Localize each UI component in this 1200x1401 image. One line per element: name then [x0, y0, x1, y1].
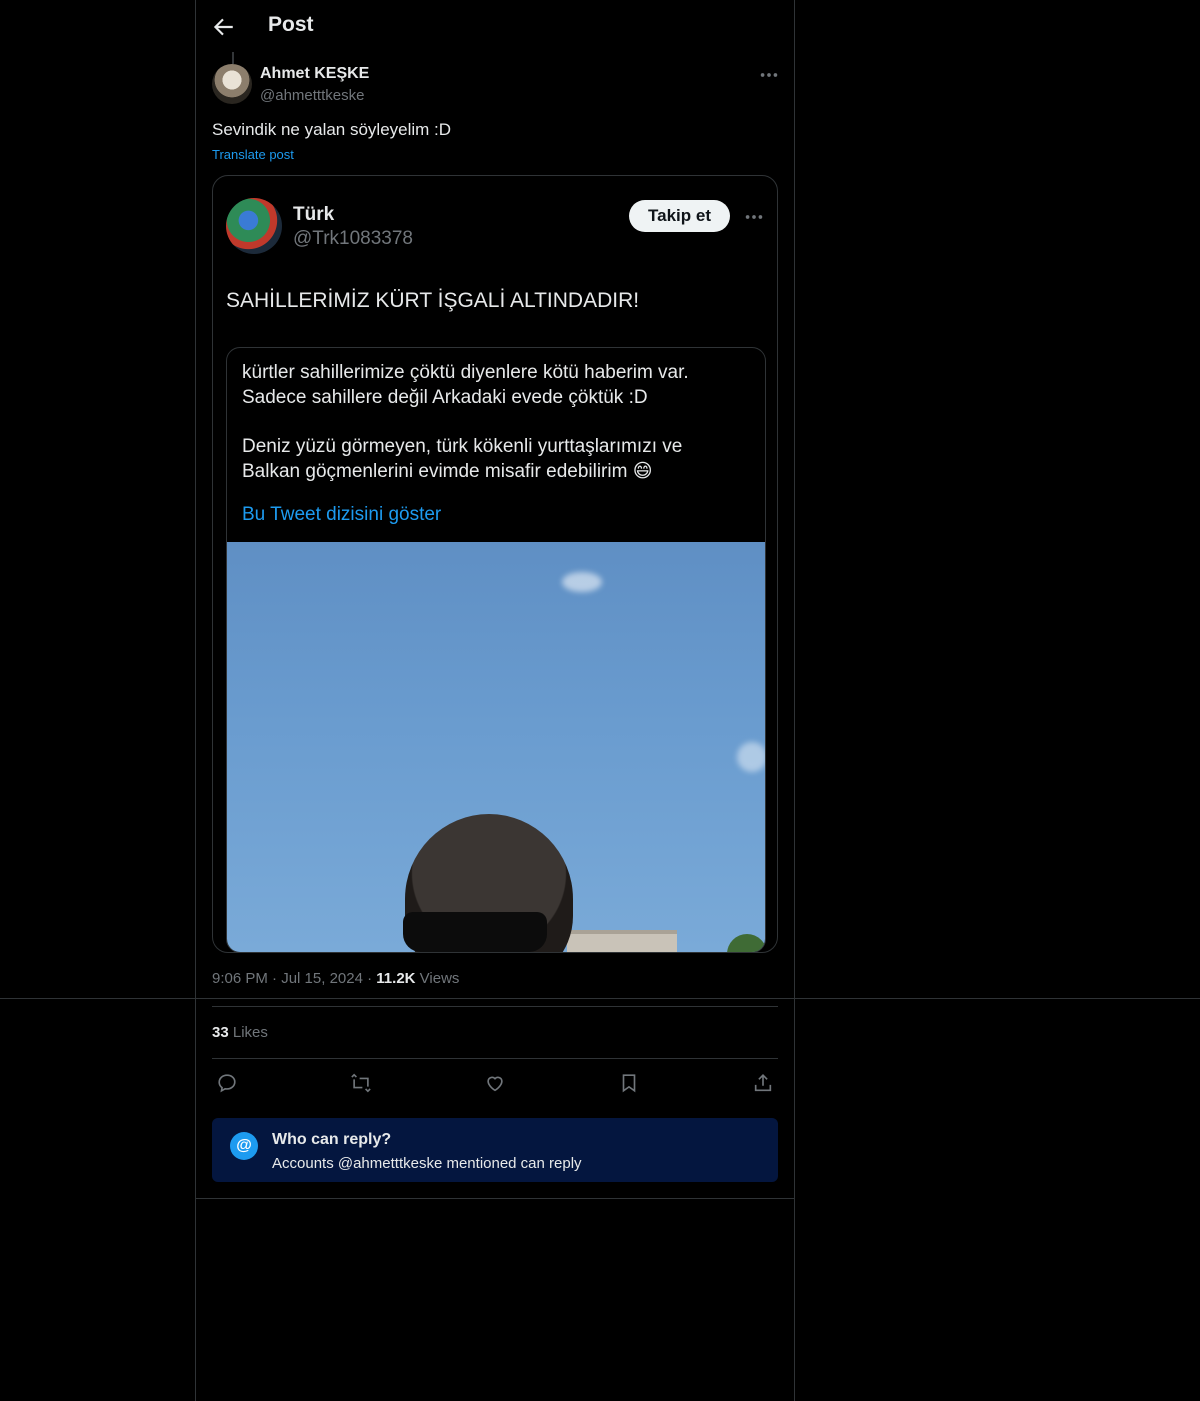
reply-icon[interactable] [216, 1072, 238, 1094]
quote-text-line: Sadece sahillere değil Arkadaki evede çö… [242, 387, 648, 408]
views-count: 11.2K [376, 970, 416, 987]
divider [212, 1006, 778, 1007]
screenshot-handle: @Trk1083378 [293, 228, 413, 249]
translate-post-link[interactable]: Translate post [212, 147, 294, 162]
post-time[interactable]: 9:06 PM [212, 970, 268, 987]
screenshot-follow-button: Takip et [629, 200, 730, 232]
building [567, 930, 677, 952]
page-title: Post [268, 13, 314, 36]
quote-text-line: Deniz yüzü görmeyen, türk kökenli yurtta… [242, 436, 683, 457]
post-text: Sevindik ne yalan söyleyelim :D [212, 120, 452, 139]
post-date[interactable]: Jul 15, 2024 [281, 970, 363, 987]
tree [727, 934, 765, 952]
back-arrow-icon[interactable] [210, 14, 236, 40]
screenshot-headline: SAHİLLERİMİZ KÜRT İŞGALİ ALTINDADIR! [226, 289, 640, 312]
repost-icon[interactable] [350, 1072, 372, 1094]
author-name[interactable]: Ahmet KEŞKE [260, 65, 369, 83]
at-sign-icon: @ [230, 1132, 258, 1160]
cloud [737, 742, 765, 772]
screenshot-more-icon [743, 206, 765, 228]
likes-count: 33 [212, 1024, 229, 1041]
like-icon[interactable] [484, 1072, 506, 1094]
screenshot-avatar [226, 198, 282, 254]
more-options-icon[interactable] [758, 64, 780, 86]
divider [212, 1058, 778, 1059]
quote-text-line: kürtler sahillerimize çöktü diyenlere kö… [242, 362, 689, 383]
page-header: Post [196, 0, 794, 54]
likes-stat[interactable]: 33 Likes [212, 1024, 268, 1041]
separator-dot: · [272, 970, 282, 987]
share-icon[interactable] [752, 1072, 774, 1094]
post-media-image[interactable]: Türk @Trk1083378 Takip et SAHİLLERİMİZ K… [212, 175, 778, 953]
cloud [562, 572, 602, 592]
show-thread-link: Bu Tweet dizisini göster [242, 504, 442, 525]
author-handle[interactable]: @ahmetttkeske [260, 87, 364, 104]
divider [196, 1198, 794, 1199]
sunglasses [403, 912, 547, 952]
separator-dot: · [367, 970, 377, 987]
author-avatar[interactable] [212, 64, 252, 104]
selfie-photo [227, 542, 765, 952]
post-meta: 9:06 PM · Jul 15, 2024 · 11.2K Views [212, 970, 459, 987]
bookmark-icon[interactable] [618, 1072, 640, 1094]
main-column: Post Ahmet KEŞKE @ahmetttkeske Sevindik … [195, 0, 795, 1401]
reply-notice-subtitle: Accounts @ahmetttkeske mentioned can rep… [272, 1155, 582, 1172]
quote-text-line: Balkan göçmenlerini evimde misafir edebi… [242, 461, 653, 482]
screenshot-name: Türk [293, 204, 335, 225]
likes-label: Likes [232, 1024, 268, 1041]
screenshot-quote-card: kürtler sahillerimize çöktü diyenlere kö… [226, 347, 766, 952]
reply-notice-title: Who can reply? [272, 1131, 392, 1148]
thread-connector [232, 52, 234, 64]
views-label: Views [419, 970, 460, 987]
who-can-reply-notice: @ Who can reply? Accounts @ahmetttkeske … [212, 1118, 778, 1182]
